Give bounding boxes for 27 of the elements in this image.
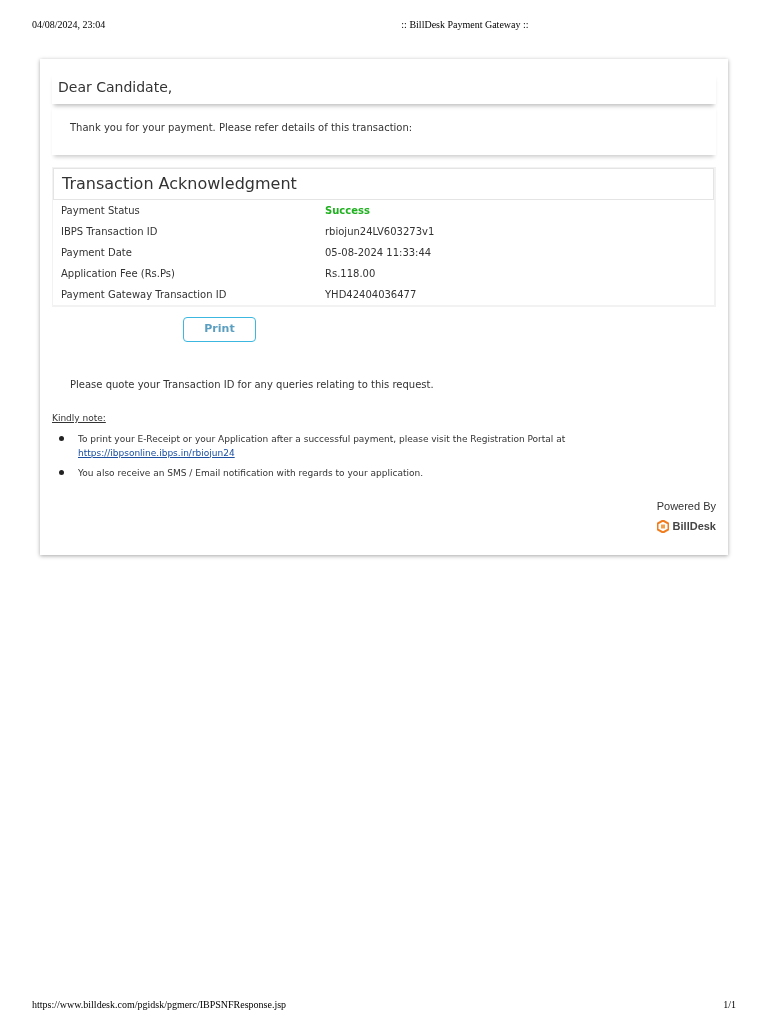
field-value: YHD42404036477 [325,288,417,302]
print-date: 04/08/2024, 23:04 [32,18,106,32]
greeting: Dear Candidate, [52,73,716,104]
field-label: Application Fee (Rs.Ps) [61,267,176,281]
field-label: Payment Gateway Transaction ID [61,288,228,302]
page-number: 1/1 [723,998,736,1012]
portal-link[interactable]: https://ibpsonline.ibps.in/rbiojun24 [78,447,235,458]
bullet-icon [59,469,64,475]
bullet-text: You also receive an SMS / Email notification with regards to your application. [78,467,424,478]
logo-icon [656,519,669,533]
field-value: 05-08-2024 11:33:44 [325,246,432,260]
note-heading: Kindly note: [52,413,106,423]
page-url: https://www.billdesk.com/pgidsk/pgmerc/IBPSNFResponse.jsp [32,998,287,1012]
field-value: Rs.118.00 [325,267,376,281]
field-value: rbiojun24LV603273v1 [325,225,435,239]
bullet-icon [59,435,64,441]
powered-by-label: Powered By [655,498,716,514]
field-value: Success [325,204,370,218]
field-label: Payment Status [61,204,141,218]
print-title: :: BillDesk Payment Gateway :: [401,18,529,32]
bullet-text: To print your E-Receipt or your Application after a successful payment, please visit the Registration Portal at [78,433,566,444]
panel-title: Transaction Acknowledgment [53,168,714,200]
field-label: Payment Date [61,246,133,260]
field-label: IBPS Transaction ID [61,225,159,239]
intro-text: Thank you for your payment. Please refer details of this transaction: [52,104,716,155]
note-text: Please quote your Transaction ID for any queries relating to this request. [69,378,435,392]
brand-name: BillDesk [672,519,716,534]
